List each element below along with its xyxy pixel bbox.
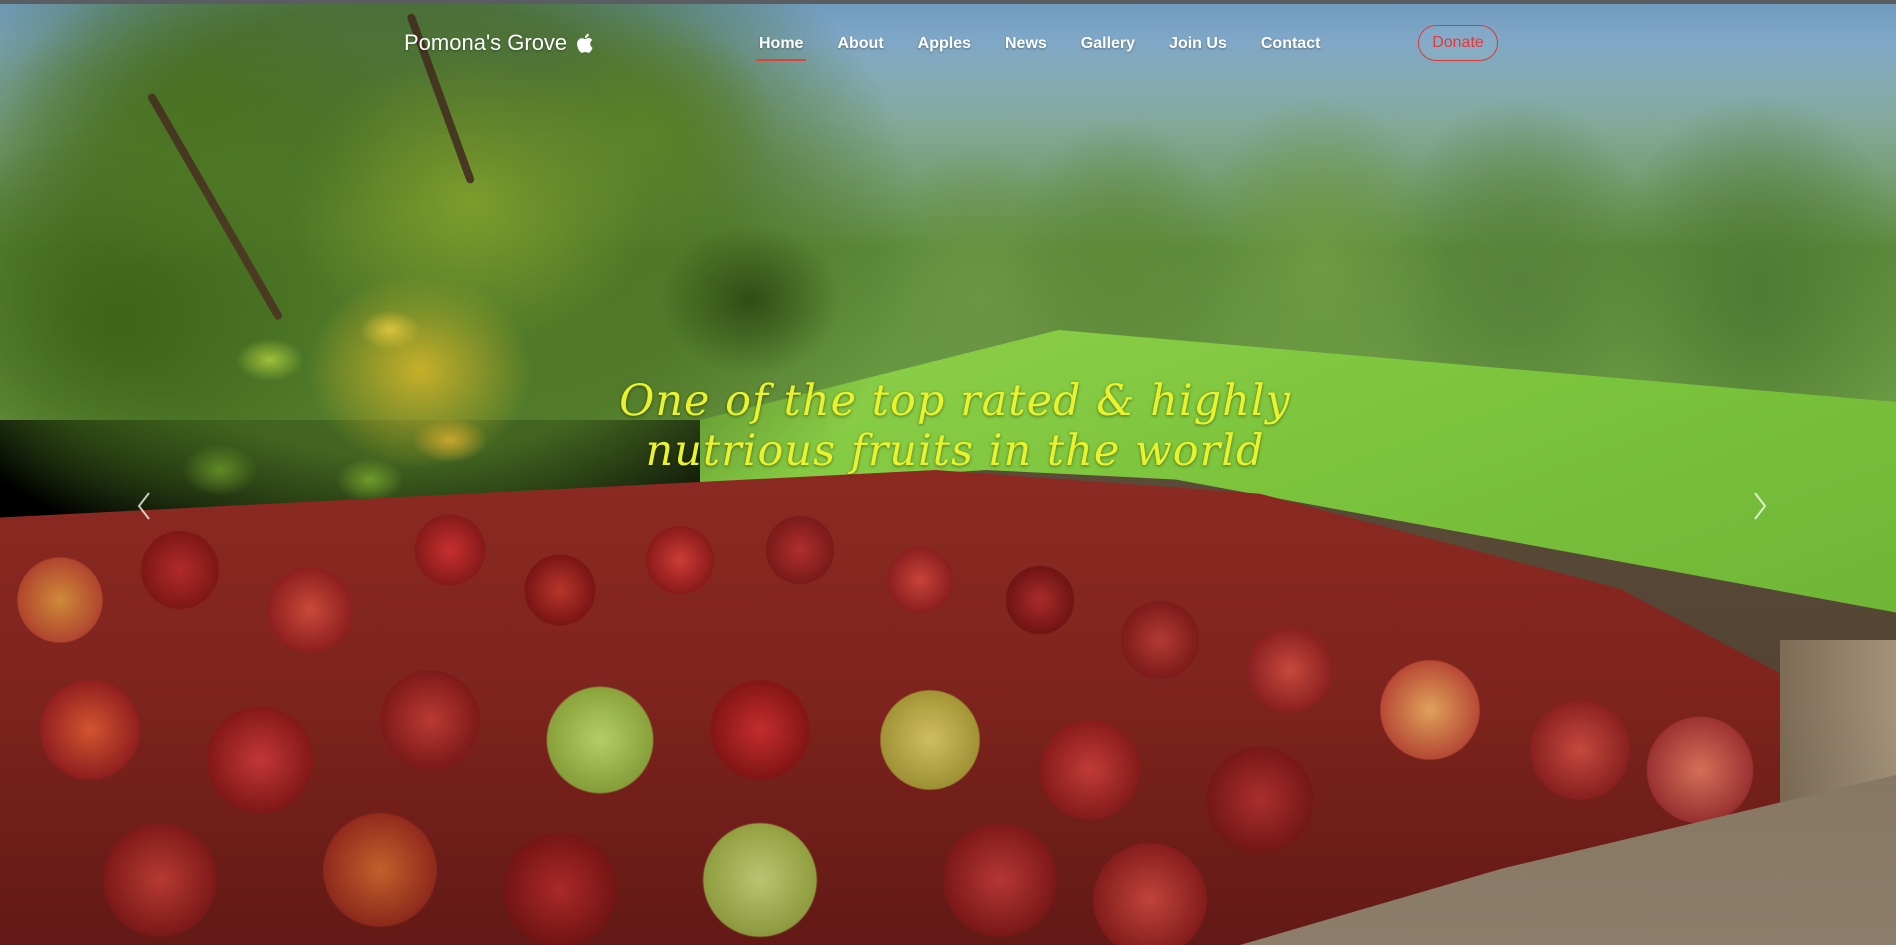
hero-tagline: One of the top rated & highly nutrious f… — [560, 376, 1350, 476]
nav-item-home[interactable]: Home — [742, 34, 820, 61]
chevron-left-icon — [136, 491, 152, 521]
navbar: Pomona's Grove Home About Apples News Ga… — [0, 4, 1896, 84]
nav-item-about[interactable]: About — [820, 34, 900, 54]
chevron-right-icon — [1752, 491, 1768, 521]
brand-logo-link[interactable]: Pomona's Grove — [404, 30, 597, 56]
hero-tagline-line-2: nutrious fruits in the world — [645, 426, 1265, 476]
nav-item-apples[interactable]: Apples — [901, 34, 988, 54]
apple-icon — [575, 31, 597, 55]
nav-item-news[interactable]: News — [988, 34, 1064, 54]
hero-tagline-line-1: One of the top rated & highly — [619, 376, 1291, 426]
slider-next-button[interactable] — [1745, 486, 1775, 526]
nav-item-contact[interactable]: Contact — [1244, 34, 1338, 54]
main-nav: Home About Apples News Gallery Join Us C… — [742, 34, 1338, 61]
nav-item-gallery[interactable]: Gallery — [1064, 34, 1152, 54]
slider-prev-button[interactable] — [129, 486, 159, 526]
brand-name: Pomona's Grove — [404, 30, 568, 55]
donate-button[interactable]: Donate — [1418, 25, 1498, 61]
hero-slider: Pomona's Grove Home About Apples News Ga… — [0, 0, 1896, 945]
nav-item-join-us[interactable]: Join Us — [1152, 34, 1244, 54]
